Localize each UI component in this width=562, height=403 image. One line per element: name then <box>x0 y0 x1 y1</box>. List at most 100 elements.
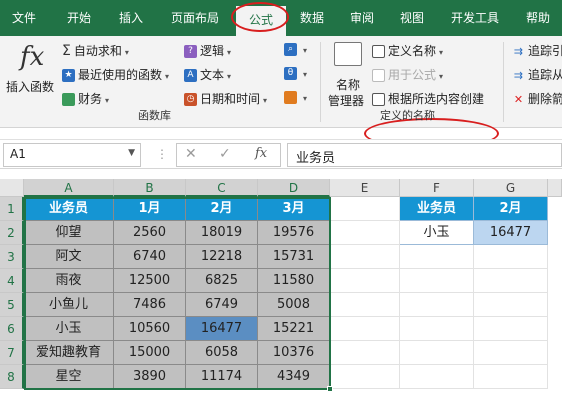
cancel-icon[interactable]: ✕ <box>185 146 197 162</box>
table-cell[interactable]: 12218 <box>186 245 258 269</box>
table-cell[interactable]: 15221 <box>258 317 330 341</box>
table-cell[interactable]: 11580 <box>258 269 330 293</box>
table-cell[interactable]: 雨夜 <box>24 269 114 293</box>
empty-cell[interactable] <box>400 293 474 317</box>
row-header[interactable]: 2 <box>0 221 24 245</box>
table-cell[interactable]: 6749 <box>186 293 258 317</box>
fill-handle[interactable] <box>327 386 333 392</box>
trace-precedents-button[interactable]: ⇉ 追踪引 <box>512 42 562 59</box>
empty-cell[interactable] <box>474 269 548 293</box>
table-cell[interactable]: 16477 <box>186 317 258 341</box>
empty-cell[interactable] <box>474 293 548 317</box>
insert-function-button[interactable]: 插入函数 <box>6 78 54 95</box>
row-header[interactable]: 5 <box>0 293 24 317</box>
table-cell[interactable]: 3月 <box>258 197 330 221</box>
remove-arrows-button[interactable]: ✕ 删除箭 <box>512 90 562 107</box>
empty-cell[interactable] <box>400 317 474 341</box>
table-cell[interactable]: 1月 <box>114 197 186 221</box>
tab-developer[interactable]: 开发工具 <box>440 0 510 36</box>
tab-page-layout[interactable]: 页面布局 <box>160 0 230 36</box>
table-cell[interactable]: 小玉 <box>24 317 114 341</box>
name-manager-label-1[interactable]: 名称 <box>336 76 360 93</box>
empty-cell[interactable] <box>330 293 400 317</box>
column-header[interactable]: G <box>474 179 548 197</box>
lookup-cell[interactable]: 小玉 <box>400 221 474 245</box>
recent-functions-button[interactable]: ★ 最近使用的函数 ▾ <box>62 66 169 83</box>
autosum-button[interactable]: Σ 自动求和 ▾ <box>62 42 129 59</box>
enter-icon[interactable]: ✓ <box>219 146 231 162</box>
more-functions-button[interactable]: ▾ <box>284 90 307 104</box>
table-cell[interactable]: 爱知趣教育 <box>24 341 114 365</box>
table-cell[interactable]: 12500 <box>114 269 186 293</box>
name-box[interactable]: A1 ▼ <box>3 143 141 167</box>
table-cell[interactable]: 10560 <box>114 317 186 341</box>
empty-cell[interactable] <box>474 341 548 365</box>
empty-cell[interactable] <box>400 245 474 269</box>
math-trig-button[interactable]: θ ▾ <box>284 66 307 80</box>
empty-cell[interactable] <box>474 317 548 341</box>
table-cell[interactable]: 小鱼儿 <box>24 293 114 317</box>
tab-data[interactable]: 数据 <box>290 0 334 36</box>
table-cell[interactable]: 业务员 <box>24 197 114 221</box>
row-header[interactable]: 1 <box>0 197 24 221</box>
date-time-button[interactable]: ◷ 日期和时间 ▾ <box>184 90 267 107</box>
table-cell[interactable]: 15731 <box>258 245 330 269</box>
column-header[interactable]: F <box>400 179 474 197</box>
lookup-cell[interactable]: 16477 <box>474 221 548 245</box>
column-header[interactable]: B <box>114 179 186 197</box>
column-header[interactable]: E <box>330 179 400 197</box>
row-header[interactable]: 4 <box>0 269 24 293</box>
table-cell[interactable]: 19576 <box>258 221 330 245</box>
tab-review[interactable]: 审阅 <box>340 0 384 36</box>
logical-button[interactable]: ? 逻辑 ▾ <box>184 42 231 59</box>
formula-input[interactable]: 业务员 <box>287 143 562 167</box>
tab-insert[interactable]: 插入 <box>108 0 154 36</box>
table-cell[interactable]: 4349 <box>258 365 330 389</box>
empty-cell[interactable] <box>474 365 548 389</box>
insert-function-icon[interactable]: fx <box>255 146 267 161</box>
column-header-partial[interactable] <box>548 179 562 197</box>
table-cell[interactable]: 2月 <box>186 197 258 221</box>
table-cell[interactable]: 6058 <box>186 341 258 365</box>
lookup-cell[interactable]: 2月 <box>474 197 548 221</box>
define-name-button[interactable]: 定义名称 ▾ <box>372 42 443 59</box>
column-header[interactable]: D <box>258 179 330 197</box>
text-button[interactable]: A 文本 ▾ <box>184 66 231 83</box>
empty-cell[interactable] <box>400 269 474 293</box>
table-cell[interactable]: 11174 <box>186 365 258 389</box>
table-cell[interactable]: 15000 <box>114 341 186 365</box>
lookup-reference-button[interactable]: ⌕ ▾ <box>284 42 307 56</box>
use-in-formula-button[interactable]: 用于公式 ▾ <box>372 66 443 83</box>
financial-button[interactable]: 财务 ▾ <box>62 90 109 107</box>
table-cell[interactable]: 18019 <box>186 221 258 245</box>
empty-cell[interactable] <box>330 341 400 365</box>
empty-cell[interactable] <box>330 221 400 245</box>
empty-cell[interactable] <box>400 341 474 365</box>
lookup-cell[interactable]: 业务员 <box>400 197 474 221</box>
empty-cell[interactable] <box>330 365 400 389</box>
empty-cell[interactable] <box>330 269 400 293</box>
trace-dependents-button[interactable]: ⇉ 追踪从 <box>512 66 562 83</box>
row-header[interactable]: 7 <box>0 341 24 365</box>
select-all-corner[interactable] <box>0 179 24 197</box>
empty-cell[interactable] <box>330 245 400 269</box>
create-from-selection-button[interactable]: 根据所选内容创建 <box>372 90 484 107</box>
tab-help[interactable]: 帮助 <box>518 0 558 36</box>
empty-cell[interactable] <box>330 317 400 341</box>
table-cell[interactable]: 10376 <box>258 341 330 365</box>
empty-cell[interactable] <box>330 197 400 221</box>
tab-view[interactable]: 视图 <box>390 0 434 36</box>
table-cell[interactable]: 仰望 <box>24 221 114 245</box>
column-header[interactable]: C <box>186 179 258 197</box>
table-cell[interactable]: 2560 <box>114 221 186 245</box>
table-cell[interactable]: 阿文 <box>24 245 114 269</box>
empty-cell[interactable] <box>474 245 548 269</box>
table-cell[interactable]: 7486 <box>114 293 186 317</box>
tab-file[interactable]: 文件 <box>0 0 48 36</box>
tab-home[interactable]: 开始 <box>56 0 102 36</box>
table-cell[interactable]: 星空 <box>24 365 114 389</box>
empty-cell[interactable] <box>400 365 474 389</box>
table-cell[interactable]: 6740 <box>114 245 186 269</box>
name-manager-label-2[interactable]: 管理器 <box>328 92 364 109</box>
table-cell[interactable]: 6825 <box>186 269 258 293</box>
